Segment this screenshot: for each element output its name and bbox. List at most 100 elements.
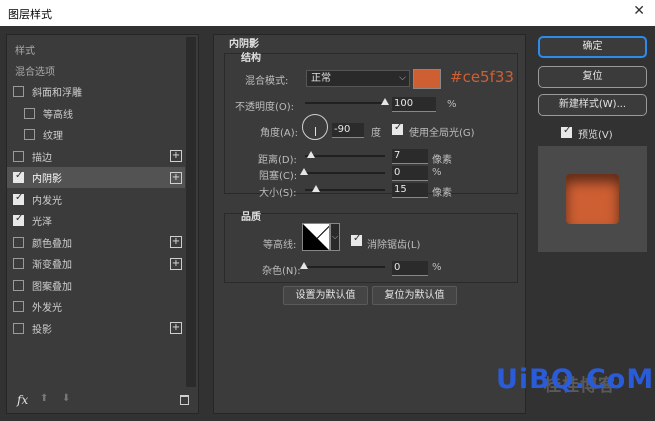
trash-icon[interactable] (180, 395, 189, 405)
style-item[interactable]: 斜面和浮雕 (7, 81, 185, 102)
style-item-checkbox[interactable] (24, 107, 35, 119)
close-icon[interactable]: ✕ (633, 3, 645, 19)
style-item-checkbox[interactable] (13, 301, 24, 312)
noise-slider-track[interactable] (305, 266, 385, 268)
layer-style-dialog: 样式 混合选项 斜面和浮雕等高线纹理描边 + 内阴影 + 内发光光泽颜色叠加 + 渐变叠加 +… (0, 26, 655, 421)
style-item[interactable]: 内发光 (7, 189, 185, 210)
reset-button[interactable]: 复位 (538, 66, 647, 88)
styles-header[interactable]: 样式 (7, 39, 185, 60)
global-light-checkbox[interactable] (392, 122, 403, 135)
shadow-color-swatch[interactable] (413, 69, 441, 89)
style-item-label: 渐变叠加 (32, 260, 72, 271)
set-default-button[interactable]: 设置为默认值 (283, 286, 368, 305)
angle-unit: 度 (371, 128, 381, 139)
add-effect-icon[interactable]: + (170, 150, 182, 162)
title-bar: 图层样式 ✕ (0, 0, 655, 26)
antialias-label: 消除锯齿(L) (367, 240, 421, 251)
style-item-checkbox[interactable] (13, 258, 24, 269)
styles-list-panel: 样式 混合选项 斜面和浮雕等高线纹理描边 + 内阴影 + 内发光光泽颜色叠加 + 渐变叠加 +… (6, 34, 199, 414)
style-item-checkbox[interactable] (13, 322, 24, 334)
style-item-label: 等高线 (43, 109, 73, 121)
reset-default-button[interactable]: 复位为默认值 (372, 286, 457, 305)
add-effect-icon[interactable]: + (170, 257, 182, 270)
style-item[interactable]: 图案叠加 (7, 275, 185, 296)
opacity-slider-thumb[interactable] (381, 98, 389, 105)
choke-unit: % (432, 167, 442, 178)
style-item[interactable]: 外发光 (7, 296, 185, 317)
angle-input[interactable]: -90 (332, 123, 364, 138)
watermark: UiBQ.CoM (496, 364, 655, 395)
noise-input[interactable]: 0 (392, 261, 428, 276)
noise-slider-thumb[interactable] (300, 262, 308, 269)
distance-slider-thumb[interactable] (307, 151, 316, 158)
style-item-label: 纹理 (43, 131, 63, 142)
preview-checkbox[interactable] (561, 125, 572, 138)
contour-label: 等高线: (263, 240, 297, 251)
chevron-down-icon: ⌵ (399, 73, 406, 83)
choke-slider-track[interactable] (305, 172, 385, 174)
choke-slider-thumb[interactable] (300, 168, 308, 175)
noise-label: 杂色(N): (262, 266, 301, 277)
style-item-label: 内阴影 (32, 174, 62, 185)
blend-options-item[interactable]: 混合选项 (7, 60, 185, 81)
ok-button[interactable]: 确定 (538, 36, 647, 58)
blend-mode-select[interactable]: 正常 ⌵ (306, 70, 410, 87)
style-item-checkbox[interactable] (13, 236, 24, 248)
quality-title: 品质 (241, 212, 261, 223)
angle-dial[interactable] (302, 114, 328, 140)
blend-options-label: 混合选项 (15, 67, 55, 78)
style-item[interactable]: 光泽 (7, 210, 185, 231)
style-item[interactable]: 渐变叠加 + (7, 253, 185, 274)
distance-slider-track[interactable] (305, 155, 385, 157)
style-item-checkbox[interactable] (13, 213, 24, 226)
style-item-label: 图案叠加 (32, 281, 72, 293)
blend-mode-label: 混合模式: (245, 76, 289, 87)
contour-dropdown[interactable]: ⌵ (330, 223, 340, 251)
style-item-checkbox[interactable] (24, 129, 35, 140)
add-effect-icon[interactable]: + (170, 236, 182, 248)
opacity-label: 不透明度(O): (235, 102, 295, 113)
add-effect-icon[interactable]: + (170, 171, 182, 184)
angle-label: 角度(A): (260, 128, 299, 139)
color-hex-label: #ce5f33 (450, 68, 514, 86)
style-item[interactable]: 颜色叠加 + (7, 232, 185, 253)
style-item-checkbox[interactable] (13, 192, 24, 205)
style-item-label: 内发光 (32, 195, 62, 207)
style-preview (538, 146, 647, 252)
styles-scrollbar[interactable] (186, 37, 196, 387)
add-effect-icon[interactable]: + (170, 322, 182, 334)
style-item[interactable]: 等高线 (7, 103, 185, 124)
size-input[interactable]: 15 (392, 183, 428, 198)
distance-input[interactable]: 7 (392, 149, 428, 164)
opacity-input[interactable]: 100 (392, 97, 436, 112)
move-down-icon[interactable]: ⬇ (62, 393, 70, 404)
style-item-checkbox[interactable] (13, 279, 24, 291)
new-style-button[interactable]: 新建样式(W)... (538, 94, 647, 116)
size-slider-thumb[interactable] (311, 185, 320, 192)
style-item-label: 外发光 (32, 303, 62, 314)
antialias-checkbox[interactable] (351, 233, 362, 246)
structure-title: 结构 (241, 53, 261, 64)
noise-unit: % (432, 262, 442, 273)
distance-unit: 像素 (432, 155, 452, 166)
size-label: 大小(S): (259, 188, 297, 199)
style-item[interactable]: 内阴影 + (7, 167, 185, 188)
contour-preview[interactable] (302, 223, 330, 251)
style-item-checkbox[interactable] (13, 150, 24, 162)
style-item-label: 光泽 (32, 217, 52, 228)
choke-input[interactable]: 0 (392, 166, 428, 181)
section-title: 内阴影 (229, 39, 259, 50)
style-item-label: 描边 (32, 152, 52, 164)
style-item[interactable]: 描边 + (7, 146, 185, 167)
move-up-icon[interactable]: ⬆ (40, 393, 48, 404)
style-item[interactable]: 投影 + (7, 318, 185, 339)
choke-label: 阻塞(C): (259, 171, 298, 182)
blend-mode-value: 正常 (311, 73, 331, 84)
fx-icon[interactable]: fx (17, 393, 28, 407)
style-item-checkbox[interactable] (13, 170, 24, 183)
angle-dial-needle (315, 127, 316, 136)
style-item[interactable]: 纹理 (7, 124, 185, 145)
styles-header-label: 样式 (15, 46, 35, 57)
style-item-checkbox[interactable] (13, 86, 24, 97)
opacity-slider-track[interactable] (305, 102, 385, 104)
